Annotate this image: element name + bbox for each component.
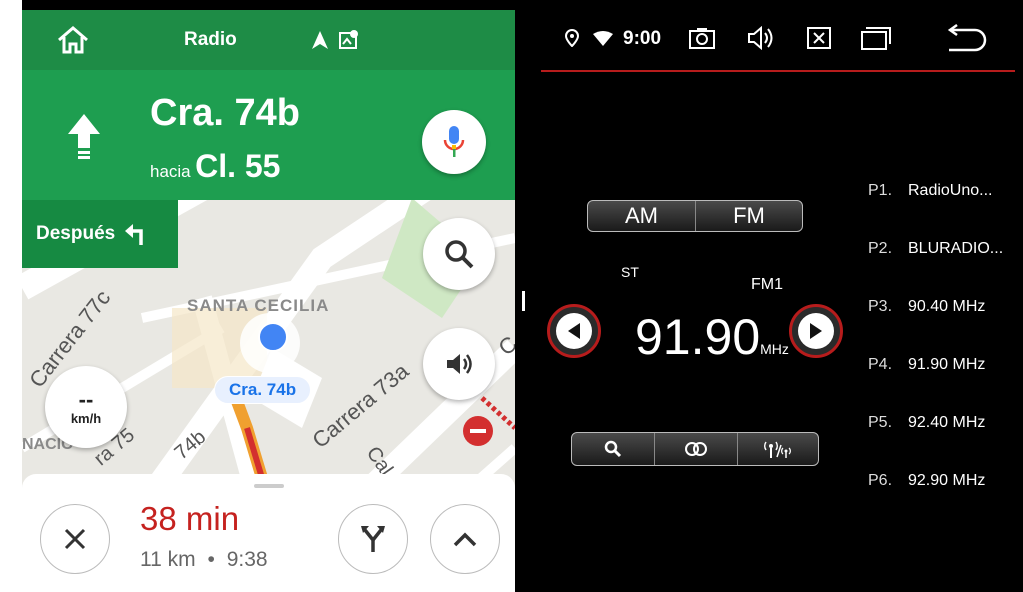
left-edge bbox=[0, 0, 22, 592]
turn-left-icon bbox=[125, 224, 143, 245]
close-icon bbox=[64, 528, 86, 550]
trip-separator: • bbox=[207, 548, 215, 571]
trip-duration: 38 min bbox=[140, 500, 240, 537]
trip-eta: 9:38 bbox=[226, 548, 268, 571]
fork-route-icon bbox=[361, 526, 385, 552]
search-icon bbox=[445, 240, 474, 269]
recent-apps-icon[interactable] bbox=[861, 26, 891, 50]
map-sync-icon bbox=[338, 28, 360, 55]
street-name: Cra. 74b bbox=[150, 92, 300, 134]
seek-forward-button[interactable] bbox=[789, 304, 843, 358]
volume-icon[interactable] bbox=[747, 26, 775, 50]
screenshot-icon[interactable] bbox=[689, 27, 715, 49]
status-bar: 9:00 bbox=[515, 0, 1023, 72]
text-cursor bbox=[522, 291, 525, 311]
current-location-dot bbox=[258, 322, 288, 352]
antenna-icon bbox=[764, 441, 791, 458]
microphone-icon bbox=[443, 126, 465, 157]
local-distance-button[interactable] bbox=[738, 433, 818, 465]
search-button[interactable] bbox=[423, 218, 495, 290]
speedometer: -- km/h bbox=[45, 366, 127, 448]
preset-item[interactable]: P5. 92.40 MHz bbox=[868, 414, 985, 432]
turn-instruction-banner[interactable]: Cra. 74b hacia Cl. 55 bbox=[22, 70, 515, 200]
band-am-button[interactable]: AM bbox=[588, 203, 695, 229]
radio-tools-bar bbox=[571, 432, 819, 466]
frequency-display: 91.90MHz bbox=[635, 308, 789, 366]
frequency-unit: MHz bbox=[760, 341, 789, 357]
trip-distance: 11 km bbox=[140, 548, 196, 571]
volume-icon bbox=[447, 354, 472, 374]
toward-line: hacia Cl. 55 bbox=[150, 148, 280, 185]
scan-button[interactable] bbox=[572, 433, 654, 465]
toward-street: Cl. 55 bbox=[195, 148, 281, 184]
label-santa-cecilia: SANTA CECILIA bbox=[187, 296, 330, 315]
app-title: Radio bbox=[184, 29, 237, 50]
status-divider bbox=[541, 70, 1015, 72]
navigation-arrow-icon bbox=[311, 30, 329, 55]
seek-back-icon bbox=[568, 323, 580, 339]
toward-prefix: hacia bbox=[150, 162, 191, 181]
home-icon[interactable] bbox=[56, 24, 90, 56]
current-street-chip: Cra. 74b bbox=[214, 376, 312, 404]
after-label: Después bbox=[36, 223, 116, 244]
preset-item[interactable]: P2. BLURADIO... bbox=[868, 240, 1003, 258]
stereo-indicator: ST bbox=[621, 264, 639, 280]
straight-arrow-icon bbox=[66, 112, 102, 167]
band-fm-button[interactable]: FM bbox=[696, 203, 802, 229]
back-icon[interactable] bbox=[945, 24, 989, 52]
trip-sheet[interactable]: 38 min 11 km • 9:38 bbox=[22, 474, 515, 592]
alternate-routes-button[interactable] bbox=[338, 504, 408, 574]
voice-button[interactable] bbox=[422, 110, 486, 174]
trip-details: 11 km • 9:38 bbox=[140, 548, 268, 572]
close-route-button[interactable] bbox=[40, 504, 110, 574]
seek-forward-icon bbox=[810, 323, 822, 339]
stereo-toggle-button[interactable] bbox=[655, 433, 737, 465]
navigation-panel: Radio Carrera 77c SANTA CECILIA Carrera … bbox=[0, 0, 515, 592]
band-slot: FM1 bbox=[751, 276, 783, 293]
band-selector: AM FM bbox=[587, 200, 803, 232]
after-turn-hint: Después bbox=[22, 200, 178, 268]
expand-button[interactable] bbox=[430, 504, 500, 574]
speed-value: -- bbox=[78, 386, 94, 412]
speed-unit: km/h bbox=[70, 410, 102, 426]
location-pin-icon bbox=[565, 29, 579, 47]
app-bar: Radio bbox=[22, 10, 515, 70]
preset-item[interactable]: P1. RadioUno... bbox=[868, 182, 993, 200]
seek-back-button[interactable] bbox=[547, 304, 601, 358]
search-icon bbox=[604, 440, 622, 458]
close-app-icon[interactable] bbox=[807, 27, 831, 49]
sound-button[interactable] bbox=[423, 328, 495, 400]
wifi-icon bbox=[593, 31, 613, 46]
sheet-handle[interactable] bbox=[254, 484, 284, 488]
chevron-up-icon bbox=[453, 532, 477, 547]
status-time: 9:00 bbox=[623, 28, 662, 49]
preset-item[interactable]: P3. 90.40 MHz bbox=[868, 298, 985, 316]
preset-item[interactable]: P4. 91.90 MHz bbox=[868, 356, 985, 374]
stereo-icon bbox=[685, 442, 707, 456]
radio-panel: 9:00 AM FM ST FM1 91.90MHz P1. RadioUno.… bbox=[515, 0, 1023, 592]
frequency-value: 91.90 bbox=[635, 309, 761, 365]
preset-item[interactable]: P6. 92.90 MHz bbox=[868, 472, 985, 490]
no-entry-icon bbox=[463, 416, 493, 446]
